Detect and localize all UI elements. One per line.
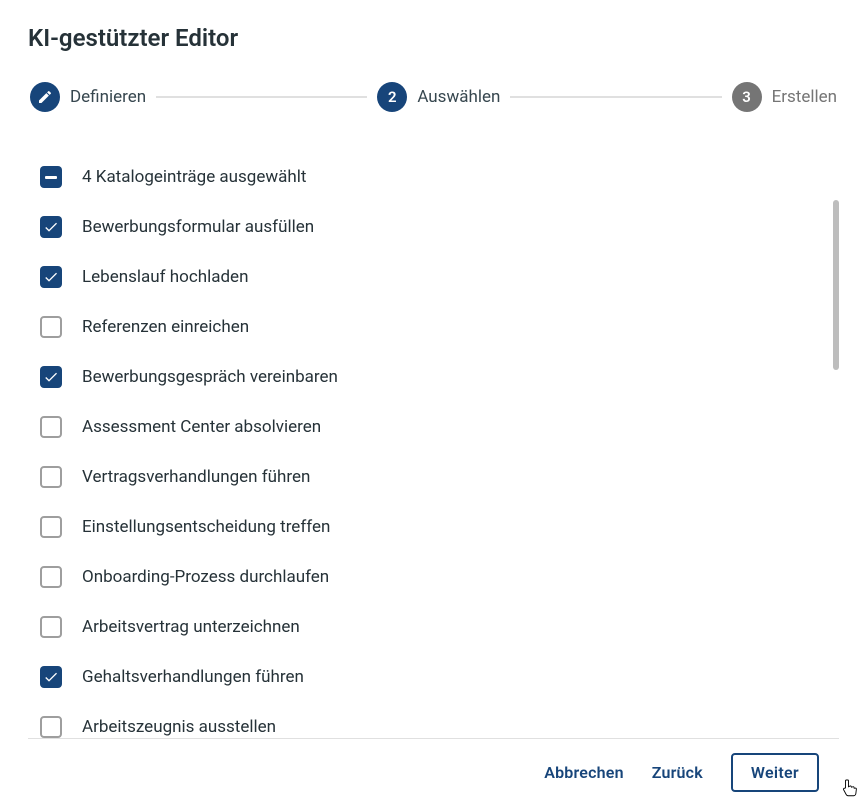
item-checkbox[interactable] <box>40 566 62 588</box>
list-item[interactable]: Lebenslauf hochladen <box>40 252 829 302</box>
step-connector <box>156 96 367 98</box>
scrollbar[interactable] <box>833 200 839 370</box>
step-1-label: Definieren <box>70 87 146 107</box>
back-button[interactable]: Zurück <box>652 763 703 782</box>
page-title: KI-gestützter Editor <box>28 24 839 52</box>
pencil-icon <box>30 82 60 112</box>
step-1[interactable]: Definieren <box>30 82 146 112</box>
list-item[interactable]: Arbeitszeugnis ausstellen <box>40 702 829 738</box>
item-checkbox[interactable] <box>40 516 62 538</box>
item-label: Onboarding-Prozess durchlaufen <box>82 567 329 587</box>
item-label: Gehaltsverhandlungen führen <box>82 667 304 687</box>
item-label: Arbeitszeugnis ausstellen <box>82 717 276 737</box>
item-checkbox[interactable] <box>40 466 62 488</box>
dialog-footer: Abbrechen Zurück Weiter <box>28 738 839 806</box>
list-item[interactable]: Bewerbungsgespräch vereinbaren <box>40 352 829 402</box>
minus-icon <box>45 176 57 179</box>
catalog-list: 4 Katalogeinträge ausgewählt Bewerbungsf… <box>28 152 839 738</box>
step-3-number: 3 <box>732 82 762 112</box>
list-item[interactable]: Referenzen einreichen <box>40 302 829 352</box>
check-icon <box>43 269 59 285</box>
next-button[interactable]: Weiter <box>731 753 819 792</box>
next-button-label: Weiter <box>751 763 799 782</box>
select-all-checkbox[interactable] <box>40 166 62 188</box>
step-2[interactable]: 2 Auswählen <box>377 82 500 112</box>
item-label: Bewerbungsgespräch vereinbaren <box>82 367 338 387</box>
item-checkbox[interactable] <box>40 216 62 238</box>
list-item[interactable]: Onboarding-Prozess durchlaufen <box>40 552 829 602</box>
item-label: Vertragsverhandlungen führen <box>82 467 310 487</box>
item-label: Assessment Center absolvieren <box>82 417 321 437</box>
item-checkbox[interactable] <box>40 716 62 738</box>
item-label: Bewerbungsformular ausfüllen <box>82 217 314 237</box>
item-label: Referenzen einreichen <box>82 317 249 337</box>
item-label: Arbeitsvertrag unterzeichnen <box>82 617 300 637</box>
item-checkbox[interactable] <box>40 616 62 638</box>
item-label: Lebenslauf hochladen <box>82 267 248 287</box>
list-item[interactable]: Arbeitsvertrag unterzeichnen <box>40 602 829 652</box>
step-2-number: 2 <box>377 82 407 112</box>
list-item[interactable]: Bewerbungsformular ausfüllen <box>40 202 829 252</box>
step-3-label: Erstellen <box>772 87 837 107</box>
selection-summary: 4 Katalogeinträge ausgewählt <box>82 167 306 187</box>
check-icon <box>43 369 59 385</box>
select-all-row[interactable]: 4 Katalogeinträge ausgewählt <box>40 152 829 202</box>
item-checkbox[interactable] <box>40 666 62 688</box>
list-item[interactable]: Gehaltsverhandlungen führen <box>40 652 829 702</box>
list-item[interactable]: Einstellungsentscheidung treffen <box>40 502 829 552</box>
check-icon <box>43 669 59 685</box>
stepper: Definieren 2 Auswählen 3 Erstellen <box>28 82 839 112</box>
item-checkbox[interactable] <box>40 416 62 438</box>
step-3: 3 Erstellen <box>732 82 837 112</box>
item-checkbox[interactable] <box>40 266 62 288</box>
item-label: Einstellungsentscheidung treffen <box>82 517 330 537</box>
cancel-button[interactable]: Abbrechen <box>544 763 624 782</box>
step-connector <box>510 96 721 98</box>
item-checkbox[interactable] <box>40 366 62 388</box>
list-item[interactable]: Assessment Center absolvieren <box>40 402 829 452</box>
step-2-label: Auswählen <box>417 87 500 107</box>
item-checkbox[interactable] <box>40 316 62 338</box>
list-item[interactable]: Vertragsverhandlungen führen <box>40 452 829 502</box>
check-icon <box>43 219 59 235</box>
